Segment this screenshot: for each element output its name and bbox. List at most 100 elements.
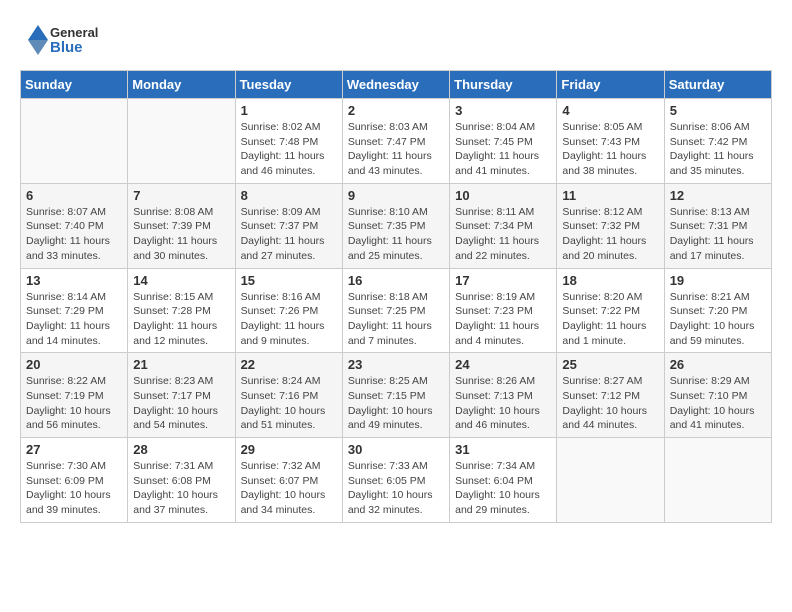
day-number: 25: [562, 357, 658, 372]
day-info: Sunrise: 8:07 AMSunset: 7:40 PMDaylight:…: [26, 205, 122, 264]
day-info: Sunrise: 8:03 AMSunset: 7:47 PMDaylight:…: [348, 120, 444, 179]
column-header-monday: Monday: [128, 71, 235, 99]
day-info: Sunrise: 7:34 AMSunset: 6:04 PMDaylight:…: [455, 459, 551, 518]
calendar-cell: 28 Sunrise: 7:31 AMSunset: 6:08 PMDayligh…: [128, 438, 235, 523]
day-info: Sunrise: 7:31 AMSunset: 6:08 PMDaylight:…: [133, 459, 229, 518]
day-number: 29: [241, 442, 337, 457]
day-info: Sunrise: 8:25 AMSunset: 7:15 PMDaylight:…: [348, 374, 444, 433]
day-number: 14: [133, 273, 229, 288]
calendar-cell: 2 Sunrise: 8:03 AMSunset: 7:47 PMDaylight…: [342, 99, 449, 184]
day-number: 5: [670, 103, 766, 118]
day-number: 18: [562, 273, 658, 288]
day-info: Sunrise: 8:11 AMSunset: 7:34 PMDaylight:…: [455, 205, 551, 264]
day-number: 7: [133, 188, 229, 203]
day-info: Sunrise: 8:05 AMSunset: 7:43 PMDaylight:…: [562, 120, 658, 179]
day-info: Sunrise: 8:10 AMSunset: 7:35 PMDaylight:…: [348, 205, 444, 264]
calendar-cell: 17 Sunrise: 8:19 AMSunset: 7:23 PMDayligh…: [450, 268, 557, 353]
column-header-thursday: Thursday: [450, 71, 557, 99]
calendar-week-5: 27 Sunrise: 7:30 AMSunset: 6:09 PMDayligh…: [21, 438, 772, 523]
calendar-cell: 21 Sunrise: 8:23 AMSunset: 7:17 PMDayligh…: [128, 353, 235, 438]
calendar-cell: 3 Sunrise: 8:04 AMSunset: 7:45 PMDaylight…: [450, 99, 557, 184]
svg-text:Blue: Blue: [50, 39, 83, 56]
calendar-cell: 30Sunrise: 7:33 AMSunset: 6:05 PMDayligh…: [342, 438, 449, 523]
day-info: Sunrise: 8:26 AMSunset: 7:13 PMDaylight:…: [455, 374, 551, 433]
calendar-cell: 15 Sunrise: 8:16 AMSunset: 7:26 PMDayligh…: [235, 268, 342, 353]
day-info: Sunrise: 8:18 AMSunset: 7:25 PMDaylight:…: [348, 290, 444, 349]
calendar-cell: 14 Sunrise: 8:15 AMSunset: 7:28 PMDayligh…: [128, 268, 235, 353]
calendar-cell: 12 Sunrise: 8:13 AMSunset: 7:31 PMDayligh…: [664, 183, 771, 268]
day-number: 27: [26, 442, 122, 457]
calendar-cell: 27 Sunrise: 7:30 AMSunset: 6:09 PMDayligh…: [21, 438, 128, 523]
day-number: 9: [348, 188, 444, 203]
day-number: 8: [241, 188, 337, 203]
day-info: Sunrise: 8:20 AMSunset: 7:22 PMDaylight:…: [562, 290, 658, 349]
column-header-wednesday: Wednesday: [342, 71, 449, 99]
column-header-sunday: Sunday: [21, 71, 128, 99]
day-number: 28: [133, 442, 229, 457]
calendar-cell: 23 Sunrise: 8:25 AMSunset: 7:15 PMDayligh…: [342, 353, 449, 438]
logo: General Blue: [20, 20, 110, 60]
day-number: 15: [241, 273, 337, 288]
day-number: 17: [455, 273, 551, 288]
calendar-cell: 29Sunrise: 7:32 AMSunset: 6:07 PMDayligh…: [235, 438, 342, 523]
day-info: Sunrise: 8:19 AMSunset: 7:23 PMDaylight:…: [455, 290, 551, 349]
day-info: Sunrise: 8:09 AMSunset: 7:37 PMDaylight:…: [241, 205, 337, 264]
day-number: 23: [348, 357, 444, 372]
calendar-cell: 26 Sunrise: 8:29 AMSunset: 7:10 PMDayligh…: [664, 353, 771, 438]
day-info: Sunrise: 7:30 AMSunset: 6:09 PMDaylight:…: [26, 459, 122, 518]
day-number: 10: [455, 188, 551, 203]
day-number: 11: [562, 188, 658, 203]
day-info: Sunrise: 8:16 AMSunset: 7:26 PMDaylight:…: [241, 290, 337, 349]
day-number: 3: [455, 103, 551, 118]
calendar-cell: 13Sunrise: 8:14 AMSunset: 7:29 PMDayligh…: [21, 268, 128, 353]
day-info: Sunrise: 8:14 AMSunset: 7:29 PMDaylight:…: [26, 290, 122, 349]
logo-svg: General Blue: [20, 20, 110, 60]
calendar-cell: 10 Sunrise: 8:11 AMSunset: 7:34 PMDayligh…: [450, 183, 557, 268]
column-header-friday: Friday: [557, 71, 664, 99]
calendar-cell: 18 Sunrise: 8:20 AMSunset: 7:22 PMDayligh…: [557, 268, 664, 353]
page-header: General Blue: [20, 20, 772, 60]
calendar-cell: 9 Sunrise: 8:10 AMSunset: 7:35 PMDaylight…: [342, 183, 449, 268]
day-number: 16: [348, 273, 444, 288]
calendar-cell: 16 Sunrise: 8:18 AMSunset: 7:25 PMDayligh…: [342, 268, 449, 353]
calendar-cell: 25 Sunrise: 8:27 AMSunset: 7:12 PMDayligh…: [557, 353, 664, 438]
day-info: Sunrise: 8:13 AMSunset: 7:31 PMDaylight:…: [670, 205, 766, 264]
calendar-cell: [557, 438, 664, 523]
day-number: 20: [26, 357, 122, 372]
day-number: 26: [670, 357, 766, 372]
calendar-cell: 5 Sunrise: 8:06 AMSunset: 7:42 PMDaylight…: [664, 99, 771, 184]
day-info: Sunrise: 8:12 AMSunset: 7:32 PMDaylight:…: [562, 205, 658, 264]
day-number: 19: [670, 273, 766, 288]
day-info: Sunrise: 8:27 AMSunset: 7:12 PMDaylight:…: [562, 374, 658, 433]
calendar-cell: [128, 99, 235, 184]
day-number: 2: [348, 103, 444, 118]
calendar-week-2: 6Sunrise: 8:07 AMSunset: 7:40 PMDaylight…: [21, 183, 772, 268]
calendar-cell: 7 Sunrise: 8:08 AMSunset: 7:39 PMDaylight…: [128, 183, 235, 268]
day-info: Sunrise: 8:21 AMSunset: 7:20 PMDaylight:…: [670, 290, 766, 349]
calendar-cell: 19 Sunrise: 8:21 AMSunset: 7:20 PMDayligh…: [664, 268, 771, 353]
day-info: Sunrise: 8:24 AMSunset: 7:16 PMDaylight:…: [241, 374, 337, 433]
calendar-cell: 31Sunrise: 7:34 AMSunset: 6:04 PMDayligh…: [450, 438, 557, 523]
day-number: 21: [133, 357, 229, 372]
calendar-week-1: 1Sunrise: 8:02 AMSunset: 7:48 PMDaylight…: [21, 99, 772, 184]
day-number: 12: [670, 188, 766, 203]
day-info: Sunrise: 8:08 AMSunset: 7:39 PMDaylight:…: [133, 205, 229, 264]
day-info: Sunrise: 8:29 AMSunset: 7:10 PMDaylight:…: [670, 374, 766, 433]
day-number: 22: [241, 357, 337, 372]
day-number: 4: [562, 103, 658, 118]
calendar-cell: 6Sunrise: 8:07 AMSunset: 7:40 PMDaylight…: [21, 183, 128, 268]
calendar-cell: 22 Sunrise: 8:24 AMSunset: 7:16 PMDayligh…: [235, 353, 342, 438]
calendar-cell: 1Sunrise: 8:02 AMSunset: 7:48 PMDaylight…: [235, 99, 342, 184]
day-info: Sunrise: 8:06 AMSunset: 7:42 PMDaylight:…: [670, 120, 766, 179]
day-info: Sunrise: 8:22 AMSunset: 7:19 PMDaylight:…: [26, 374, 122, 433]
calendar-week-4: 20 Sunrise: 8:22 AMSunset: 7:19 PMDayligh…: [21, 353, 772, 438]
day-info: Sunrise: 8:04 AMSunset: 7:45 PMDaylight:…: [455, 120, 551, 179]
calendar-header-row: SundayMondayTuesdayWednesdayThursdayFrid…: [21, 71, 772, 99]
calendar-cell: [21, 99, 128, 184]
day-number: 30: [348, 442, 444, 457]
svg-text:General: General: [50, 25, 98, 40]
calendar-cell: 4 Sunrise: 8:05 AMSunset: 7:43 PMDaylight…: [557, 99, 664, 184]
calendar-week-3: 13Sunrise: 8:14 AMSunset: 7:29 PMDayligh…: [21, 268, 772, 353]
day-info: Sunrise: 8:15 AMSunset: 7:28 PMDaylight:…: [133, 290, 229, 349]
day-info: Sunrise: 8:23 AMSunset: 7:17 PMDaylight:…: [133, 374, 229, 433]
